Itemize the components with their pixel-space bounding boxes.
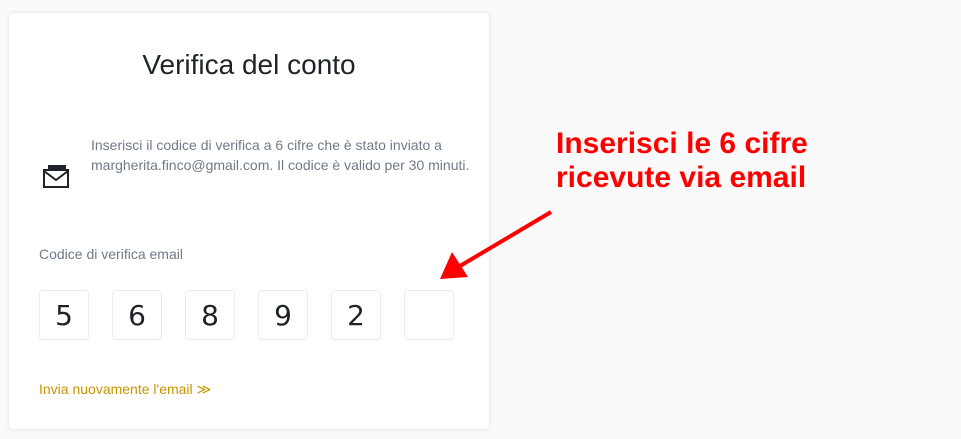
annotation-line-1: Inserisci le 6 cifre (556, 127, 808, 160)
red-arrow-icon (440, 210, 553, 279)
annotation-line-2: ricevute via email (556, 161, 807, 194)
annotation-callout: Inserisci le 6 cifre ricevute via email (556, 127, 808, 195)
